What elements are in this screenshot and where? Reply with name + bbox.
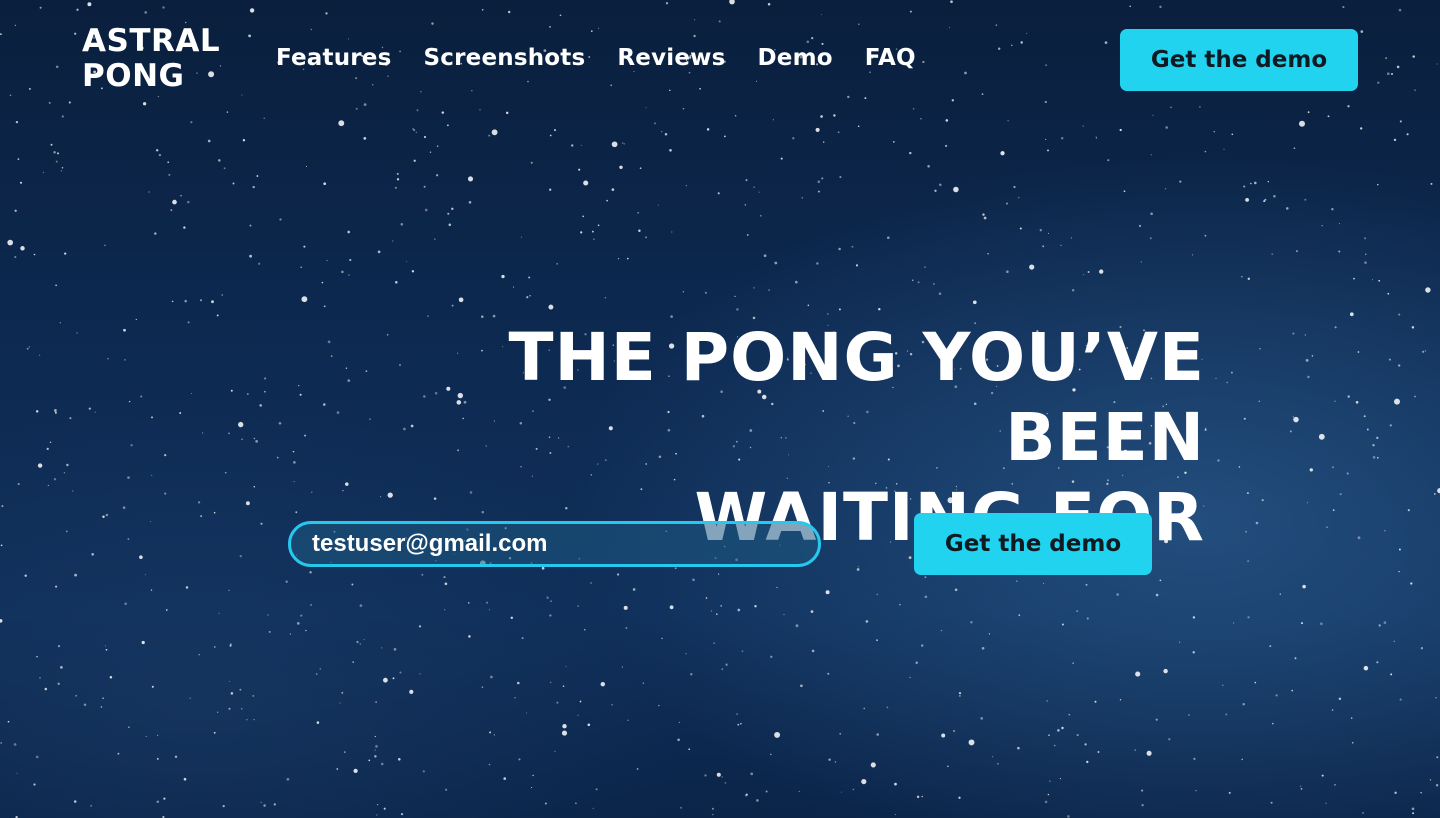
nav-item-demo[interactable]: Demo: [758, 42, 833, 74]
hero-get-demo-button[interactable]: Get the demo: [914, 513, 1152, 575]
logo[interactable]: ASTRAL PONG: [82, 24, 220, 94]
email-input[interactable]: [288, 521, 821, 567]
header-get-demo-button[interactable]: Get the demo: [1120, 29, 1358, 91]
main-nav: Features Screenshots Reviews Demo FAQ: [276, 42, 916, 74]
logo-line-1: ASTRAL: [82, 23, 221, 59]
nav-item-reviews[interactable]: Reviews: [617, 42, 725, 74]
nav-item-screenshots[interactable]: Screenshots: [424, 42, 586, 74]
nav-item-features[interactable]: Features: [276, 42, 392, 74]
hero-headline-line-1: THE PONG YOU’VE BEEN: [508, 319, 1205, 476]
logo-line-2: PONG: [82, 58, 185, 94]
nav-item-faq[interactable]: FAQ: [865, 42, 916, 74]
